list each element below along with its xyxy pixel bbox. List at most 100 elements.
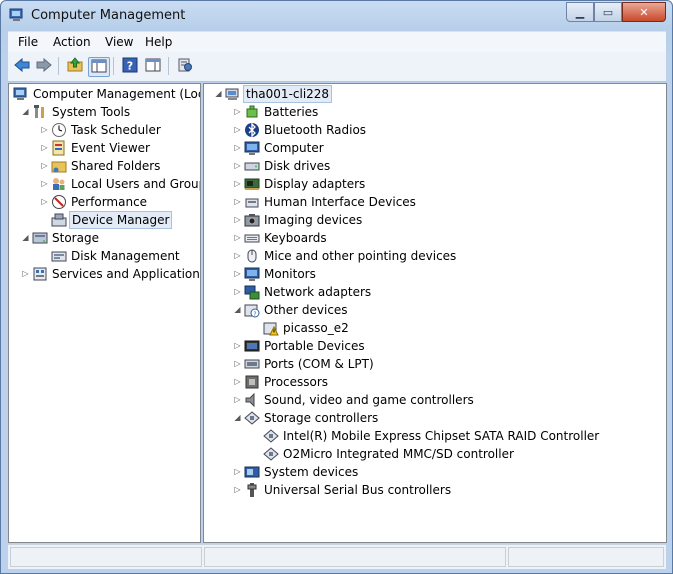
console-tree-item[interactable]: Device Manager [9,211,200,229]
device-tree-item[interactable]: ▷ Sound, video and game controllers [204,391,666,409]
tree-item-label: Performance [71,195,148,209]
collapse-arrow-icon[interactable]: ◢ [21,229,30,247]
device-tree-item[interactable]: ▷ Processors [204,373,666,391]
device-tree-item[interactable]: ▷ Ports (COM & LPT) [204,355,666,373]
speaker-icon [244,392,260,408]
console-tree-item[interactable]: ▷ Event Viewer [9,139,200,157]
expand-arrow-icon[interactable]: ▷ [233,157,242,175]
console-tree-item[interactable]: ▷ Performance [9,193,200,211]
tree-item-label: Batteries [264,105,319,119]
computer-icon [225,86,241,102]
back-button[interactable] [12,57,32,75]
device-tree-item[interactable]: ▷ Universal Serial Bus controllers [204,481,666,499]
console-tree-item[interactable]: Disk Management [9,247,200,265]
device-tree-item[interactable]: ◢ tha001-cli228 [204,85,666,103]
expand-arrow-icon[interactable]: ▷ [233,229,242,247]
tree-item-label: Universal Serial Bus controllers [264,483,452,497]
expand-arrow-icon[interactable]: ▷ [233,103,242,121]
console-tree-pane[interactable]: Computer Management (Local ◢ System Tools ▷… [8,83,201,543]
tree-item-label: Local Users and Groups [71,177,201,191]
device-tree-item[interactable]: ▷ Network adapters [204,283,666,301]
show-hide-console-tree-button[interactable] [88,57,110,77]
close-button[interactable]: ✕ [622,2,666,22]
monitor-icon [244,266,260,282]
menu-action[interactable]: Action [53,35,91,49]
console-tree-item[interactable]: ▷ Shared Folders [9,157,200,175]
device-tree-item[interactable]: ▷ Imaging devices [204,211,666,229]
up-folder-icon [67,56,83,76]
tree-item-label: Computer [264,141,324,155]
tree-item-label: Computer Management (Local [33,87,201,101]
device-tree-item[interactable]: ▷ System devices [204,463,666,481]
device-tree-item[interactable]: Intel(R) Mobile Express Chipset SATA RAI… [204,427,666,445]
menu-help[interactable]: Help [145,35,172,49]
expand-arrow-icon[interactable]: ▷ [40,157,49,175]
console-tree-item[interactable]: ▷ Local Users and Groups [9,175,200,193]
collapse-arrow-icon[interactable]: ◢ [214,85,223,103]
close-icon: ✕ [639,5,649,19]
device-tree-item[interactable]: ▷ Mice and other pointing devices [204,247,666,265]
expand-arrow-icon[interactable]: ▷ [233,247,242,265]
expand-arrow-icon[interactable]: ▷ [40,121,49,139]
expand-arrow-icon[interactable]: ▷ [233,121,242,139]
properties-button[interactable] [175,57,195,75]
console-tree-item[interactable]: Computer Management (Local [9,85,200,103]
device-tree-item[interactable]: ▷ Computer [204,139,666,157]
expand-arrow-icon[interactable]: ▷ [40,193,49,211]
expand-arrow-icon[interactable]: ▷ [233,391,242,409]
expand-arrow-icon[interactable]: ▷ [233,337,242,355]
expand-arrow-icon[interactable]: ▷ [233,175,242,193]
device-tree-item[interactable]: ▷ Bluetooth Radios [204,121,666,139]
device-tree-item[interactable]: ▷ Display adapters [204,175,666,193]
tools-icon [32,104,48,120]
portable-device-icon [244,338,260,354]
tree-item-label: Keyboards [264,231,327,245]
minimize-button[interactable]: ▁ [566,2,594,22]
expand-arrow-icon[interactable]: ▷ [233,373,242,391]
console-tree-item[interactable]: ▷ Task Scheduler [9,121,200,139]
device-tree-item[interactable]: ▷ Portable Devices [204,337,666,355]
toolbar-separator [58,57,59,75]
device-tree-item[interactable]: ▷ Keyboards [204,229,666,247]
expand-arrow-icon[interactable]: ▷ [40,139,49,157]
expand-arrow-icon[interactable]: ▷ [233,463,242,481]
device-tree-item[interactable]: ▷ Monitors [204,265,666,283]
device-tree-item[interactable]: ▷ Human Interface Devices [204,193,666,211]
forward-button[interactable] [34,57,54,75]
title-bar[interactable]: Computer Management ▁ ▭ ✕ [1,1,672,31]
device-tree-item[interactable]: O2Micro Integrated MMC/SD controller [204,445,666,463]
console-tree-item[interactable]: ▷ Services and Applications [9,265,200,283]
collapse-arrow-icon[interactable]: ◢ [233,301,242,319]
window-title: Computer Management [31,8,186,23]
expand-arrow-icon[interactable]: ▷ [233,481,242,499]
expand-arrow-icon[interactable]: ▷ [21,265,30,283]
device-tree-item[interactable]: ◢? Other devices [204,301,666,319]
expand-arrow-icon[interactable]: ▷ [233,355,242,373]
monitor-icon [244,140,260,156]
expand-arrow-icon[interactable]: ▷ [233,265,242,283]
device-tree-item[interactable]: ▷ Disk drives [204,157,666,175]
up-one-level-button[interactable] [65,56,85,76]
console-tree-item[interactable]: ◢ System Tools [9,103,200,121]
menu-file[interactable]: File [18,35,38,49]
expand-arrow-icon[interactable]: ▷ [233,193,242,211]
hid-icon [244,194,260,210]
device-tree-item[interactable]: picasso_e2 [204,319,666,337]
menu-view[interactable]: View [105,35,133,49]
collapse-arrow-icon[interactable]: ◢ [21,103,30,121]
collapse-arrow-icon[interactable]: ◢ [233,409,242,427]
expand-arrow-icon[interactable]: ▷ [40,175,49,193]
expand-arrow-icon[interactable]: ▷ [233,139,242,157]
tree-item-label: tha001-cli228 [243,85,333,103]
help-button[interactable]: ? [120,57,140,75]
expand-arrow-icon[interactable]: ▷ [233,211,242,229]
expand-arrow-icon[interactable]: ▷ [233,283,242,301]
port-icon [244,356,260,372]
maximize-button[interactable]: ▭ [594,2,622,22]
device-tree-item[interactable]: ▷ Batteries [204,103,666,121]
device-tree-pane[interactable]: ◢ tha001-cli228 ▷ Batteries ▷ Bluetooth Radio… [203,83,667,543]
console-tree-item[interactable]: ◢ Storage [9,229,200,247]
show-hide-action-pane-button[interactable] [143,57,163,75]
tree-item-label: Portable Devices [264,339,365,353]
device-tree-item[interactable]: ◢ Storage controllers [204,409,666,427]
